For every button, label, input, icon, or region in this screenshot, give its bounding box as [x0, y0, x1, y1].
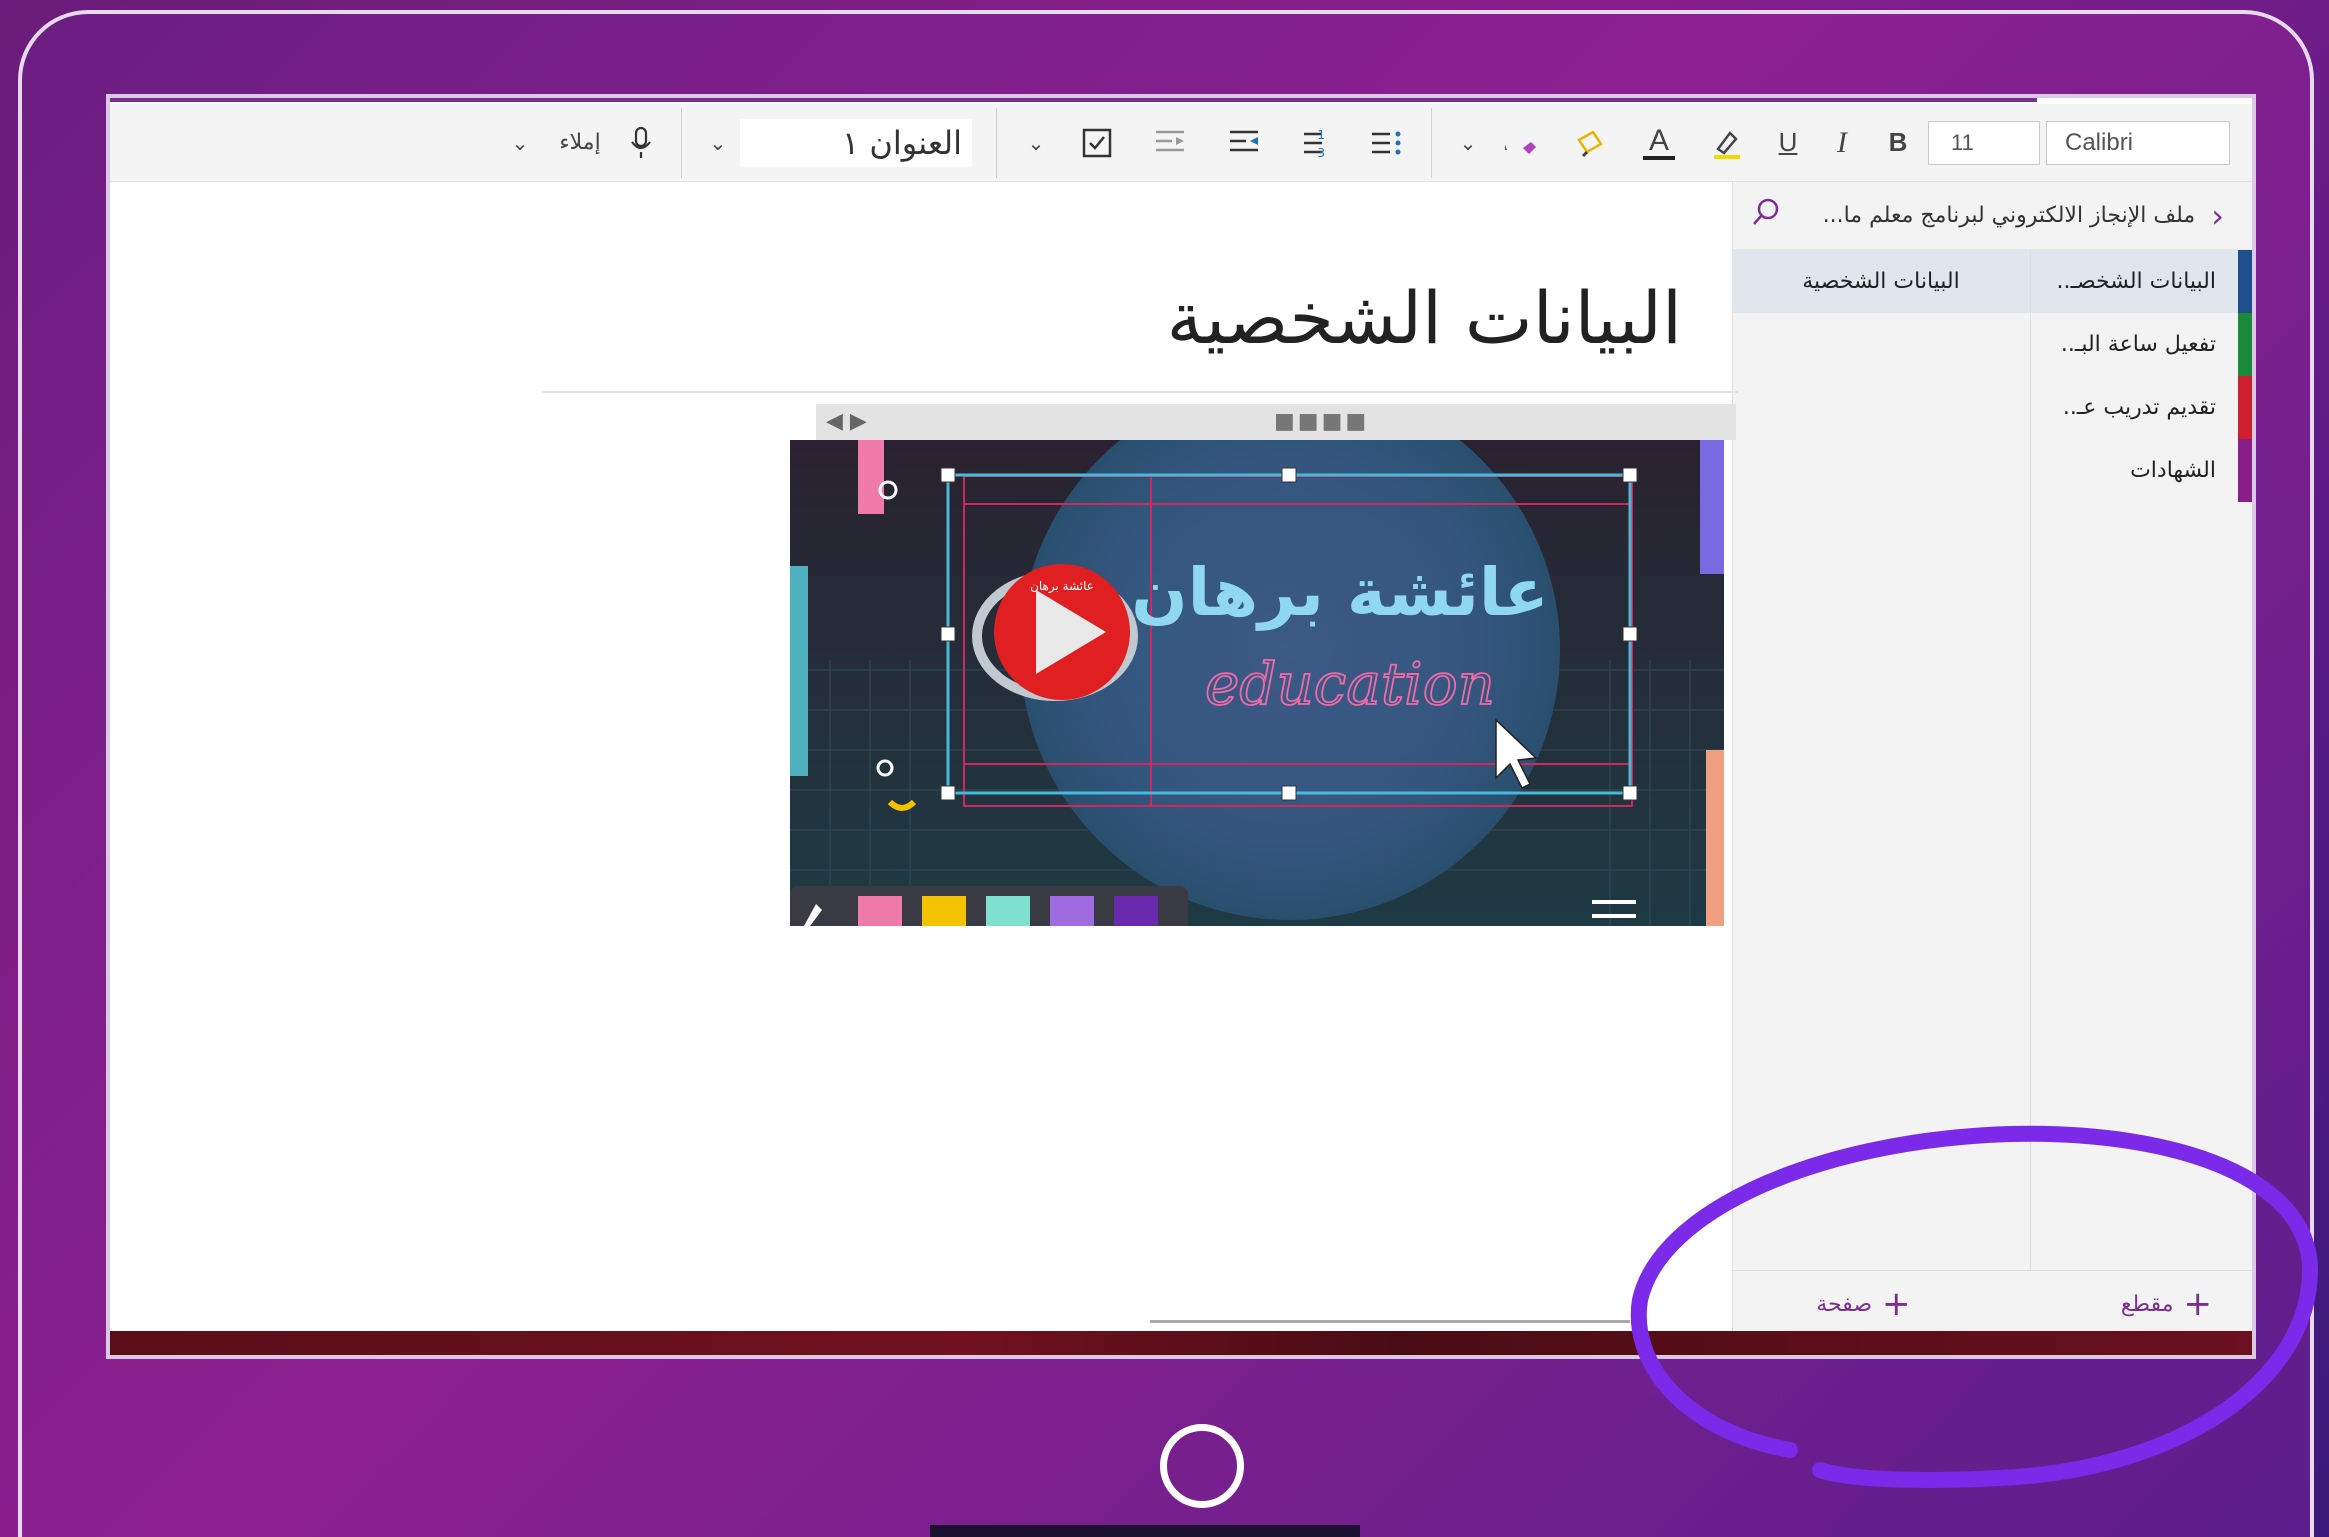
font-color-letter: A [1649, 123, 1670, 157]
style-value: العنوان ١ [841, 123, 962, 162]
style-dropdown-chevron-icon[interactable]: ⌄ [696, 121, 740, 165]
divider [996, 107, 997, 178]
style-selector[interactable]: العنوان ١ [740, 118, 972, 167]
paragraph-dropdown-chevron-icon[interactable]: ⌄ [1011, 121, 1061, 165]
bold-button[interactable]: B [1868, 121, 1928, 165]
notebook-header[interactable]: ‹ ملف الإنجاز الالكتروني لبرنامج معلم ما… [1733, 182, 2252, 250]
section-color-bar [2238, 439, 2252, 502]
font-size-value: 11 [1951, 129, 1974, 155]
svg-text:A: A [1505, 129, 1507, 156]
home-button[interactable] [1160, 1424, 1244, 1508]
scrollbar[interactable] [1150, 1320, 1630, 1323]
page-label: البيانات الشخصية [1802, 269, 1960, 294]
title-underline [542, 391, 1738, 393]
divider [681, 107, 682, 178]
font-color-bar [1643, 155, 1675, 160]
resize-arrows-icon[interactable]: ◀ ▶ [826, 404, 867, 440]
font-name-box[interactable]: Calibri [2046, 120, 2230, 165]
divider [1431, 107, 1432, 178]
format-dropdown-chevron-icon[interactable]: ⌄ [1446, 121, 1490, 165]
bullet-list-icon[interactable] [1355, 121, 1417, 165]
highlight-icon[interactable] [1692, 121, 1760, 165]
swatch-yellow[interactable] [922, 896, 966, 926]
italic-button[interactable]: I [1816, 121, 1868, 165]
section-color-bar [2238, 313, 2252, 376]
page-title[interactable]: البيانات الشخصية [1167, 276, 1682, 360]
brand-latin: education [1205, 650, 1495, 718]
font-color-button[interactable]: A [1626, 121, 1692, 165]
clear-format-icon[interactable]: A [1490, 121, 1554, 165]
drag-handle-icon[interactable]: ■■■■ [1274, 404, 1369, 440]
dictate-dropdown-chevron-icon[interactable]: ⌄ [495, 121, 545, 165]
numbered-list-icon[interactable]: 31 [1281, 121, 1355, 165]
section-color-bar [2238, 250, 2252, 313]
section-label: تقديم تدريب عـ.. [2062, 395, 2216, 420]
search-icon[interactable] [1751, 197, 1781, 235]
dictate-label[interactable]: إملاء [545, 121, 615, 165]
format-painter-icon[interactable] [1554, 121, 1626, 165]
decrease-indent-icon[interactable] [1207, 121, 1281, 165]
back-chevron-icon[interactable]: ‹ [2211, 197, 2224, 235]
section-color-bar [2238, 376, 2252, 439]
section-item-activation[interactable]: تفعيل ساعة البـ.. [2031, 313, 2252, 376]
microphone-icon[interactable] [615, 121, 667, 165]
progress-bar [110, 98, 2037, 102]
todo-checkbox-icon[interactable] [1061, 121, 1133, 165]
swatch-purple[interactable] [1050, 896, 1094, 926]
section-label: البيانات الشخصـ.. [2056, 269, 2216, 294]
logo-text: عائشة برهان [1030, 579, 1094, 594]
stand [930, 1525, 1360, 1537]
page-item-personal-data[interactable]: البيانات الشخصية [1732, 250, 2030, 313]
underline-button[interactable]: U [1760, 121, 1816, 165]
swatch-violet[interactable] [1114, 896, 1158, 926]
ribbon-toolbar: Calibri 11 B I U A A ⌄ 31 [110, 104, 2252, 182]
highlight-circle-annotation [1630, 1125, 2319, 1488]
swatch-teal[interactable] [986, 896, 1030, 926]
svg-text:3: 3 [1317, 146, 1325, 158]
font-size-box[interactable]: 11 [1928, 120, 2040, 165]
font-name-value: Calibri [2065, 128, 2134, 156]
svg-text:1: 1 [1317, 128, 1325, 142]
embedded-image[interactable]: عائشة برهان عائشة برهان education [790, 440, 1724, 926]
image-handle-bar[interactable]: ◀ ▶ ■■■■ [816, 404, 1736, 440]
section-item-certificates[interactable]: الشهادات [2031, 439, 2252, 502]
brand-arabic: عائشة برهان [1131, 554, 1549, 631]
section-item-personal-data[interactable]: البيانات الشخصـ.. [2031, 250, 2252, 313]
section-label: تفعيل ساعة البـ.. [2060, 332, 2216, 357]
notebook-title: ملف الإنجاز الالكتروني لبرنامج معلم ما..… [1822, 203, 2196, 228]
section-item-training[interactable]: تقديم تدريب عـ.. [2031, 376, 2252, 439]
section-label: الشهادات [2130, 458, 2216, 483]
swatch-pink[interactable] [858, 896, 902, 926]
increase-indent-icon[interactable] [1133, 121, 1207, 165]
